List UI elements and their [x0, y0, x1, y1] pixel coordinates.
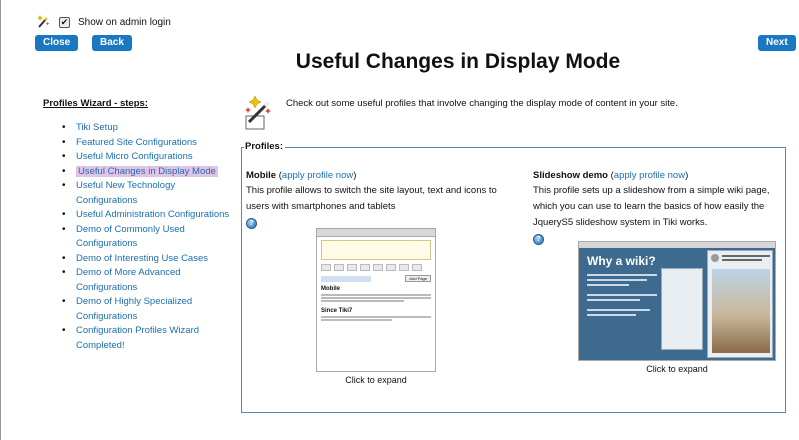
step-item[interactable]: Useful Administration Configurations — [60, 208, 230, 223]
step-item-label: Useful New Technology Configurations — [76, 180, 176, 206]
profile-mobile-description: This profile allows to switch the site l… — [246, 185, 497, 212]
step-item-label: Demo of Commonly Used Configurations — [76, 223, 185, 250]
step-item[interactable]: Tiki Setup — [60, 121, 230, 136]
step-item[interactable]: Useful New Technology Configurations — [60, 179, 230, 208]
back-button[interactable]: Back — [92, 35, 132, 51]
mobile-thumb-add-page: Add Page — [405, 275, 431, 282]
step-item[interactable]: Demo of Interesting Use Cases — [60, 252, 230, 267]
apply-mobile-link[interactable]: apply profile now — [282, 170, 353, 181]
step-item-label: Demo of Highly Specialized Configuration… — [76, 296, 193, 322]
mobile-thumbnail-wrap: Add Page Mobile Since Tiki7 Click to exp… — [316, 228, 436, 385]
profile-mobile-name: Mobile — [246, 170, 277, 181]
steps-heading: Profiles Wizard - steps: — [43, 98, 148, 109]
step-item[interactable]: Useful Changes in Display Mode — [60, 165, 230, 180]
show-on-admin-login-checkbox[interactable]: ✔ — [59, 16, 70, 28]
step-item-label: Useful Micro Configurations — [76, 151, 193, 162]
slideshow-thumbnail-caption: Click to expand — [646, 364, 708, 374]
step-item[interactable]: Featured Site Configurations — [60, 136, 230, 151]
mobile-screenshot-thumbnail[interactable]: Add Page Mobile Since Tiki7 — [316, 228, 436, 372]
close-button[interactable]: Close — [35, 35, 79, 51]
help-icon[interactable]: ? — [533, 234, 544, 245]
mobile-thumb-title: Mobile — [321, 286, 340, 292]
page-title: Useful Changes in Display Mode — [0, 50, 799, 74]
step-item-label: Useful Changes in Display Mode — [76, 165, 218, 177]
help-icon[interactable]: ? — [246, 218, 257, 229]
step-item[interactable]: Configuration Profiles Wizard Completed! — [60, 324, 230, 353]
top-bar: ✔ Show on admin login — [35, 14, 171, 30]
step-item-label: Featured Site Configurations — [76, 136, 197, 148]
profile-slideshow-header: Slideshow demo (apply profile now) — [533, 170, 689, 181]
next-button[interactable]: Next — [758, 35, 796, 51]
slideshow-thumbnail-wrap: Why a wiki? Click to expand — [578, 241, 776, 374]
steps-list: Tiki Setup Featured Site Configurations Us… — [60, 121, 230, 353]
step-item[interactable]: Demo of More Advanced Configurations — [60, 266, 230, 295]
page-title-text: Useful Changes in Display Mode — [295, 50, 621, 73]
profile-slideshow-name: Slideshow demo — [533, 170, 608, 181]
profile-slideshow-description: This profile sets up a slideshow from a … — [533, 185, 770, 228]
step-item-label: Tiki Setup — [76, 122, 118, 133]
show-on-admin-login-label: Show on admin login — [78, 16, 171, 28]
profile-mobile: Mobile (apply profile now) This profile … — [246, 169, 511, 229]
step-item[interactable]: Demo of Highly Specialized Configuration… — [60, 295, 230, 324]
slideshow-thumb-heading: Why a wiki? — [587, 254, 656, 268]
step-item-label: Demo of Interesting Use Cases — [76, 252, 209, 264]
step-item[interactable]: Useful Micro Configurations — [60, 150, 230, 165]
step-item-label: Useful Administration Configurations — [76, 209, 230, 220]
profiles-legend: Profiles: — [244, 141, 286, 152]
wizard-icon — [245, 96, 271, 130]
mobile-thumbnail-caption: Click to expand — [345, 375, 407, 385]
step-item[interactable]: Demo of Commonly Used Configurations — [60, 223, 230, 252]
apply-slideshow-link[interactable]: apply profile now — [614, 170, 685, 181]
profile-mobile-header: Mobile (apply profile now) — [246, 170, 357, 181]
profile-slideshow: Slideshow demo (apply profile now) This … — [533, 169, 783, 245]
wand-icon — [37, 15, 50, 28]
slideshow-screenshot-thumbnail[interactable]: Why a wiki? — [578, 241, 776, 361]
step-item-label: Demo of More Advanced Configurations — [76, 267, 181, 293]
mobile-thumb-section: Since Tiki7 — [321, 308, 353, 314]
intro-text: Check out some useful profiles that invo… — [286, 98, 678, 109]
step-item-label: Configuration Profiles Wizard Completed! — [76, 325, 200, 351]
